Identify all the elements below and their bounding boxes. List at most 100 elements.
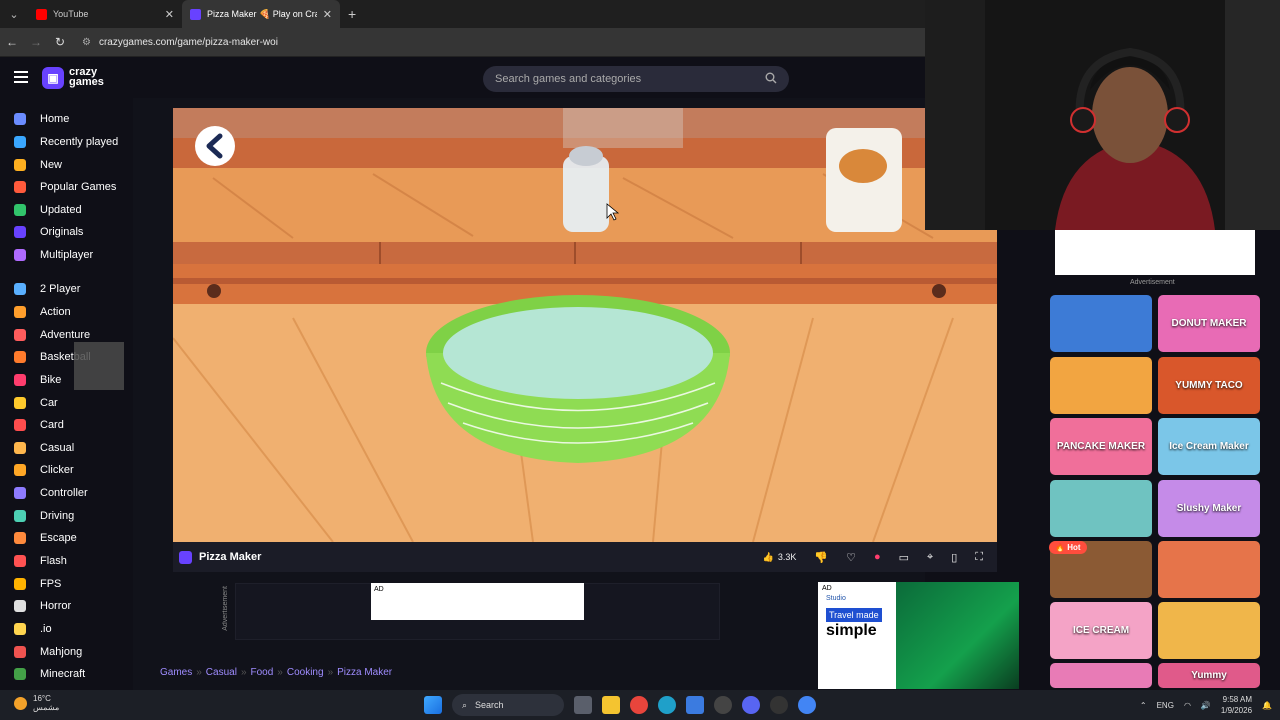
game-thumbnail[interactable] — [1050, 663, 1152, 688]
sidebar-item-popular-games[interactable]: Popular Games — [0, 176, 133, 198]
game-back-button[interactable] — [195, 126, 235, 166]
sidebar-item-controller[interactable]: Controller — [0, 482, 133, 504]
report-icon[interactable]: ● — [874, 551, 881, 563]
game-thumbnail[interactable]: Yummy — [1158, 663, 1260, 688]
sidebar-item-new[interactable]: New — [0, 154, 133, 176]
temperature: 16°C — [33, 694, 51, 703]
sidebar-item-fps[interactable]: FPS — [0, 573, 133, 595]
game-thumbnail[interactable] — [1158, 602, 1260, 659]
breadcrumb-link[interactable]: Games — [160, 667, 192, 678]
flour-bag[interactable] — [826, 124, 902, 232]
game-thumbnail[interactable]: DONUT MAKER — [1158, 295, 1260, 352]
close-icon[interactable]: ✕ — [323, 8, 332, 21]
fullscreen-icon[interactable]: ⛶ — [975, 551, 983, 564]
mobile-icon[interactable]: ▯ — [951, 551, 957, 564]
close-icon[interactable]: ✕ — [165, 8, 174, 21]
site-header: ▣ crazy games Search games and categorie… — [0, 56, 925, 98]
sidebar-item-clicker[interactable]: Clicker — [0, 459, 133, 481]
sidebar-item-home[interactable]: Home — [0, 108, 133, 130]
breadcrumb-link[interactable]: Pizza Maker — [337, 667, 392, 678]
ad-banner[interactable]: AD — [371, 583, 584, 620]
comment-icon[interactable]: ▭ — [899, 551, 909, 564]
crosshair-icon[interactable]: ⌖ — [927, 551, 933, 564]
sidebar-item-2-player[interactable]: 2 Player — [0, 278, 133, 300]
steam-icon[interactable] — [770, 696, 788, 714]
tab-pizza-maker[interactable]: Pizza Maker 🍕 Play on Cra ✕ — [182, 0, 340, 28]
volume-icon[interactable]: 🔊 — [1201, 701, 1211, 710]
sidebar-item-label: Bike — [40, 374, 62, 386]
notification-icon[interactable]: 🔔 — [1262, 701, 1272, 710]
rail-ad-banner[interactable] — [1055, 230, 1255, 275]
ad2-line1: Travel made — [826, 608, 882, 622]
address-bar-row: ← → ↻ ⚙ crazygames.com/game/pizza-maker-… — [0, 28, 925, 56]
breadcrumb-link[interactable]: Cooking — [287, 667, 324, 678]
sidebar-item-action[interactable]: Action — [0, 301, 133, 323]
sidebar-item-label: Car — [40, 397, 58, 409]
sidebar-item-io[interactable]: .io — [0, 618, 133, 640]
game-thumbnail[interactable] — [1050, 357, 1152, 414]
salt-shaker[interactable] — [563, 146, 609, 232]
game-thumbnail[interactable]: Ice Cream Maker — [1158, 418, 1260, 475]
sidebar-item-casual[interactable]: Casual — [0, 437, 133, 459]
site-info-icon[interactable]: ⚙ — [82, 37, 91, 48]
reload-icon[interactable]: ↻ — [48, 35, 72, 49]
travel-ad[interactable]: AD Studio Travel made simple — [818, 582, 1019, 689]
screen: ⌄ YouTube ✕ Pizza Maker 🍕 Play on Cra ✕ … — [0, 0, 1280, 720]
taskbar-search[interactable]: ⌕ Search — [452, 694, 564, 716]
game-thumbnail[interactable]: PANCAKE MAKER — [1050, 418, 1152, 475]
sidebar-item-minecraft[interactable]: Minecraft — [0, 663, 133, 685]
chrome-icon[interactable] — [630, 696, 648, 714]
store-icon[interactable] — [686, 696, 704, 714]
tab-search-chevron-icon[interactable]: ⌄ — [0, 0, 28, 28]
tab-youtube-label: YouTube — [53, 9, 89, 19]
breadcrumb-link[interactable]: Food — [251, 667, 274, 678]
game-thumbnail[interactable]: YUMMY TACO — [1158, 357, 1260, 414]
search-input[interactable]: Search games and categories — [483, 66, 789, 92]
game-thumbnail[interactable]: ICE CREAM — [1050, 602, 1152, 659]
sidebar-item-horror[interactable]: Horror — [0, 595, 133, 617]
chrome-active-icon[interactable] — [798, 696, 816, 714]
task-view-icon[interactable] — [574, 696, 592, 714]
game-thumbnail[interactable]: Slushy Maker — [1158, 480, 1260, 537]
sidebar-item-multiplayer[interactable]: Multiplayer — [0, 244, 133, 266]
sidebar-item-flash[interactable]: Flash — [0, 550, 133, 572]
edge-icon[interactable] — [658, 696, 676, 714]
breadcrumb-link[interactable]: Casual — [206, 667, 237, 678]
language-indicator[interactable]: ENG — [1157, 701, 1174, 710]
game-thumbnail[interactable] — [1050, 480, 1152, 537]
sidebar-item-car[interactable]: Car — [0, 392, 133, 414]
file-explorer-icon[interactable] — [602, 696, 620, 714]
sidebar-item-label: Casual — [40, 442, 75, 454]
crazygames-logo-icon[interactable]: ▣ — [42, 67, 64, 89]
new-tab-button[interactable]: + — [340, 6, 356, 22]
sidebar-item-driving[interactable]: Driving — [0, 505, 133, 527]
heart-icon[interactable]: ♡ — [846, 551, 856, 564]
forward-arrow-icon[interactable]: → — [24, 35, 48, 49]
sidebar-item-originals[interactable]: Originals — [0, 221, 133, 243]
url-field[interactable]: ⚙ crazygames.com/game/pizza-maker-woi — [78, 31, 919, 53]
wifi-icon[interactable]: ◠ — [1184, 701, 1191, 710]
search-icon[interactable] — [765, 72, 777, 87]
game-thumbnail[interactable] — [1050, 295, 1152, 352]
clock[interactable]: 9:58 AM 1/9/2026 — [1221, 694, 1252, 716]
sidebar-item-updated[interactable]: Updated — [0, 199, 133, 221]
sidebar-item-card[interactable]: Card — [0, 414, 133, 436]
sidebar-item-recently-played[interactable]: Recently played — [0, 131, 133, 153]
thumbs-down-icon[interactable]: 👎 — [814, 551, 828, 564]
discord-icon[interactable] — [742, 696, 760, 714]
back-arrow-icon[interactable]: ← — [0, 35, 24, 49]
game-canvas[interactable] — [173, 108, 997, 542]
menu-icon[interactable] — [14, 71, 28, 83]
sidebar-item-escape[interactable]: Escape — [0, 527, 133, 549]
sidebar-item-mahjong[interactable]: Mahjong — [0, 641, 133, 663]
floating-video-thumbnail[interactable] — [74, 342, 124, 390]
like-button[interactable]: 👍 3.3K — [763, 552, 797, 563]
mixing-bowl[interactable] — [426, 295, 730, 463]
chevron-up-icon[interactable]: ⌃ — [1140, 701, 1147, 710]
app-icon[interactable] — [714, 696, 732, 714]
weather-widget[interactable]: 16°C مشمس — [14, 694, 59, 712]
game-thumbnail[interactable] — [1158, 541, 1260, 598]
windows-start-icon[interactable] — [424, 696, 442, 714]
site-logo[interactable]: crazy games — [69, 67, 104, 88]
tab-youtube[interactable]: YouTube ✕ — [28, 0, 182, 28]
